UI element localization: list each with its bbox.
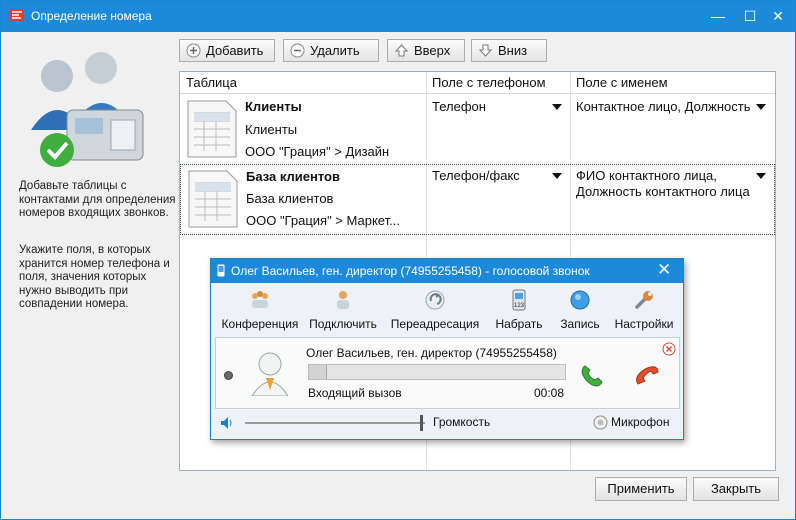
connect-button[interactable]: Подключить [303, 287, 383, 335]
move-down-button[interactable]: Вниз [471, 39, 547, 62]
forward-label: Переадресация [390, 317, 480, 331]
contacts-phone-illustration [31, 52, 144, 167]
window: Определение номера — ☐ ✕ Добавьте таблиц… [0, 0, 796, 520]
move-up-button-label: Вверх [414, 43, 451, 58]
record-label: Запись [560, 317, 600, 331]
row-subtitle: Клиенты [245, 122, 298, 137]
chevron-down-icon[interactable] [552, 104, 562, 110]
arrow-up-icon [394, 44, 409, 57]
chevron-down-icon[interactable] [756, 173, 766, 179]
table-row[interactable]: Клиенты Клиенты ООО "Грация" > Дизайн Те… [180, 95, 775, 163]
dial-button[interactable]: 123 Набрать [487, 287, 551, 335]
record-icon [570, 290, 590, 310]
maximize-icon[interactable]: ☐ [739, 5, 761, 27]
volume-label: Громкость [433, 415, 491, 429]
row-path: ООО "Грация" > Маркет... [246, 213, 400, 228]
plus-icon [186, 43, 201, 58]
sidebar: Добавьте таблицы с контактами для опреде… [1, 32, 177, 520]
forward-arrow-icon [425, 290, 445, 310]
minus-icon [290, 43, 305, 58]
row-title: Клиенты [245, 99, 302, 114]
delete-button-label: Удалить [310, 43, 360, 58]
speaker-icon[interactable] [219, 415, 235, 431]
minimize-icon[interactable]: — [707, 5, 729, 27]
wrench-icon [635, 291, 653, 309]
grid-header: Таблица Поле с телефоном Поле с именем [180, 72, 775, 94]
call-status: Входящий вызов [308, 386, 402, 400]
app-icon [10, 9, 24, 21]
dismiss-icon[interactable] [662, 342, 676, 356]
dial-label: Набрать [495, 317, 543, 331]
phone-field-select[interactable]: Телефон/факс [432, 168, 550, 184]
microphone-toggle-icon[interactable] [593, 415, 608, 430]
window-title: Определение номера [31, 9, 152, 23]
call-panel: Олег Васильев, ген. директор (7495525545… [215, 337, 680, 409]
status-dot-icon [224, 371, 233, 380]
volume-bar: Громкость Микрофон [215, 411, 680, 435]
call-popup-title-bar: Олег Васильев, ген. директор (7495525545… [211, 259, 683, 283]
close-icon[interactable]: ✕ [767, 5, 789, 27]
answer-call-icon[interactable] [578, 362, 606, 390]
column-header-table[interactable]: Таблица [180, 72, 426, 94]
call-popup-title: Олег Васильев, ген. директор (7495525545… [231, 264, 590, 278]
close-icon[interactable]: ✕ [657, 260, 671, 280]
conference-button[interactable]: Конференция [217, 287, 303, 335]
phone-field-select[interactable]: Телефон [432, 99, 550, 115]
forward-button[interactable]: Переадресация [383, 287, 487, 335]
add-button[interactable]: Добавить [179, 39, 275, 62]
avatar [251, 352, 289, 396]
name-field-select[interactable]: ФИО контактного лица, Должность контактн… [576, 168, 752, 200]
hangup-call-icon[interactable] [632, 362, 662, 390]
name-field-select[interactable]: Контактное лицо, Должность [576, 99, 752, 115]
conference-icon [252, 291, 268, 308]
svg-text:123: 123 [514, 303, 525, 309]
move-up-button[interactable]: Вверх [387, 39, 465, 62]
close-button[interactable]: Закрыть [693, 477, 779, 501]
chevron-down-icon[interactable] [756, 104, 766, 110]
settings-label: Настройки [614, 317, 674, 331]
sidebar-hint-1: Добавьте таблицы с контактами для опреде… [19, 180, 176, 219]
call-timer: 00:08 [534, 386, 565, 400]
mobile-phone-icon [217, 264, 225, 277]
column-header-name-field[interactable]: Поле с именем [570, 72, 774, 94]
table-row-selected[interactable]: База клиентов База клиентов ООО "Грация"… [180, 164, 775, 235]
sidebar-hint-2: Укажите поля, в которых хранится номер т… [19, 244, 170, 310]
delete-button[interactable]: Удалить [283, 39, 379, 62]
caller-name: Олег Васильев, ген. директор (7495525545… [306, 346, 557, 360]
call-progress-bar [308, 364, 566, 380]
column-header-phone-field[interactable]: Поле с телефоном [426, 72, 570, 94]
apply-button[interactable]: Применить [595, 477, 687, 501]
connect-label: Подключить [309, 317, 377, 331]
move-down-button-label: Вниз [498, 43, 528, 58]
call-progress-fill [309, 365, 327, 379]
title-bar: Определение номера — ☐ ✕ [1, 1, 795, 32]
microphone-label: Микрофон [611, 415, 670, 429]
connect-person-icon [337, 291, 349, 309]
chevron-down-icon[interactable] [552, 173, 562, 179]
row-subtitle: База клиентов [246, 191, 334, 206]
row-title: База клиентов [246, 169, 340, 184]
call-popup: Олег Васильев, ген. директор (7495525545… [210, 258, 684, 440]
settings-button[interactable]: Настройки [609, 287, 679, 335]
record-button[interactable]: Запись [551, 287, 609, 335]
conference-label: Конференция [221, 317, 299, 331]
row-path: ООО "Грация" > Дизайн [245, 144, 390, 159]
add-button-label: Добавить [206, 43, 264, 58]
dialpad-phone-icon: 123 [512, 289, 526, 311]
volume-slider-track[interactable] [245, 422, 425, 424]
spreadsheet-icon [188, 170, 238, 228]
arrow-down-icon [478, 44, 493, 57]
spreadsheet-icon [187, 100, 237, 158]
volume-slider-thumb[interactable] [419, 415, 423, 431]
